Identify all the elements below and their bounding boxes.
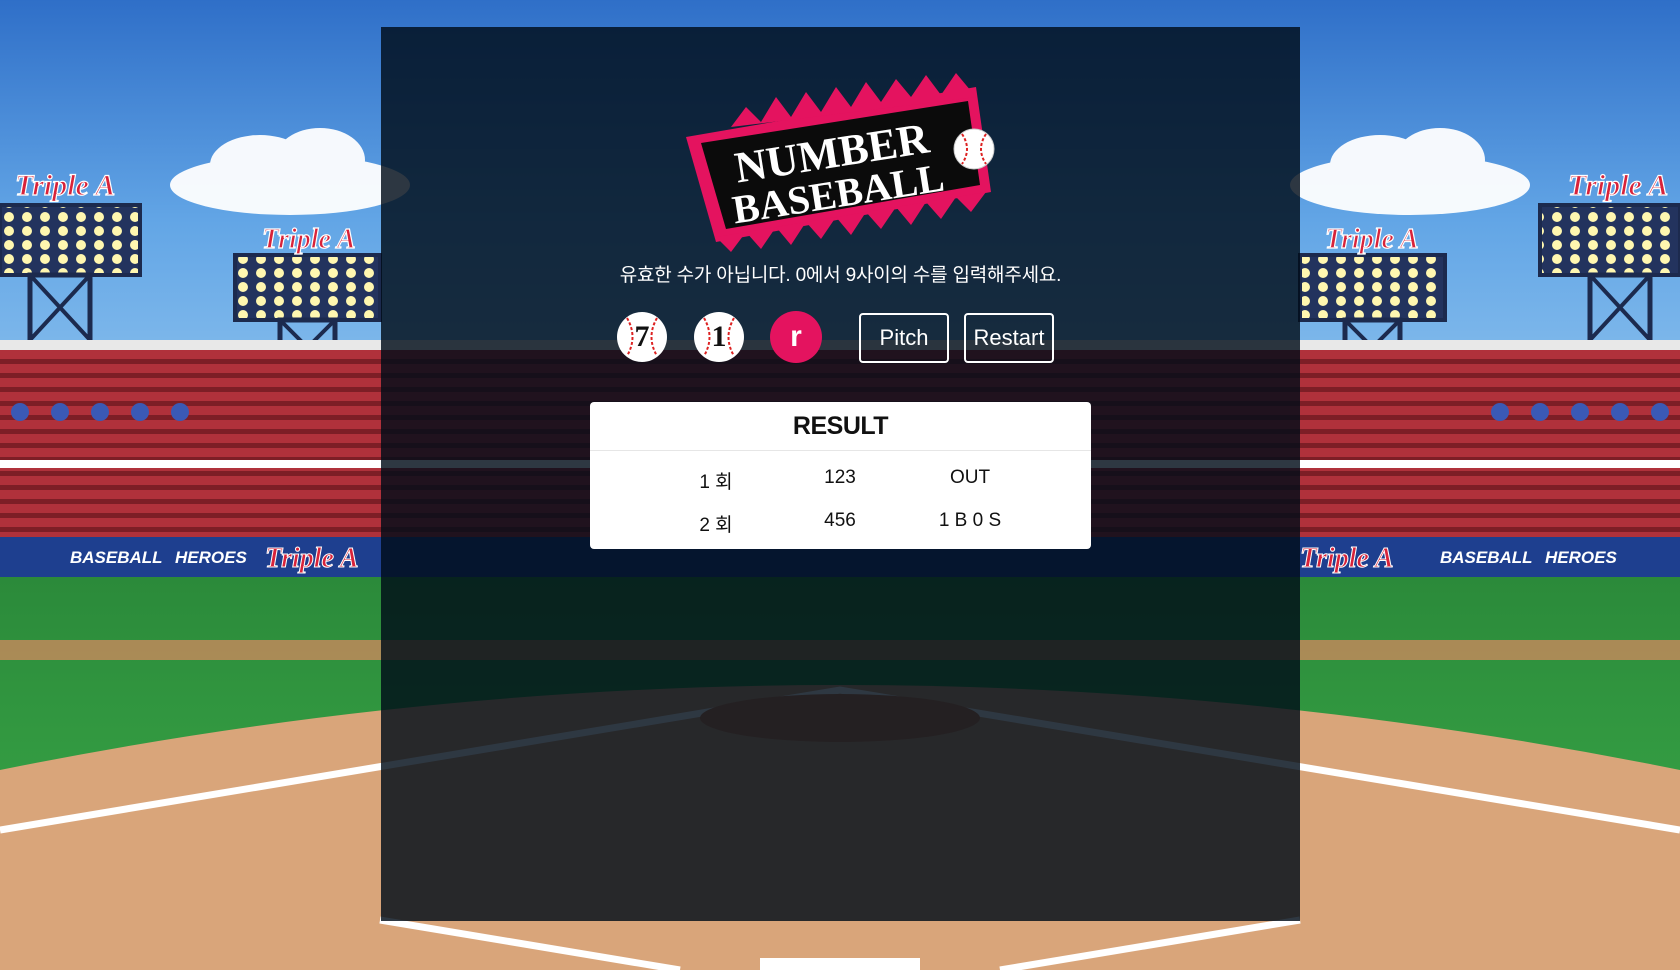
- pitch-controls: 7 1 r Pitch Restart: [616, 309, 1076, 364]
- outcome-cell: OUT: [949, 467, 991, 488]
- svg-text:HEROES: HEROES: [1545, 548, 1617, 567]
- inning-cell: 2 회: [699, 515, 733, 536]
- result-title: RESULT: [590, 402, 1091, 451]
- ball-input-3[interactable]: r: [770, 311, 822, 363]
- svg-text:Triple A: Triple A: [1568, 169, 1668, 202]
- svg-text:BASEBALL: BASEBALL: [1440, 548, 1533, 567]
- outcome-cell: 1 B 0 S: [938, 510, 1002, 531]
- ball-input-2[interactable]: 1: [693, 311, 745, 363]
- result-row: 2 회 456 1 B 0 S: [590, 510, 1091, 540]
- pitch-button[interactable]: Pitch: [859, 313, 949, 363]
- result-row: 1 회 123 OUT: [590, 467, 1091, 497]
- guess-cell: 456: [824, 510, 856, 531]
- baseball-icon: [953, 128, 995, 170]
- ball-digit: 7: [634, 320, 650, 353]
- svg-text:HEROES: HEROES: [175, 548, 247, 567]
- result-panel: RESULT 1 회 123 OUT 2 회 456 1 B 0 S: [590, 402, 1091, 549]
- team-sign-text: Triple A: [15, 169, 115, 202]
- svg-text:BASEBALL: BASEBALL: [70, 548, 163, 567]
- guess-cell: 123: [824, 467, 856, 488]
- svg-text:Triple A: Triple A: [1325, 224, 1419, 255]
- svg-text:Triple A: Triple A: [262, 224, 356, 255]
- svg-text:Triple A: Triple A: [265, 543, 359, 574]
- validation-message: 유효한 수가 아닙니다. 0에서 9사이의 수를 입력해주세요.: [619, 265, 1062, 286]
- inning-cell: 1 회: [699, 472, 733, 493]
- svg-text:Triple A: Triple A: [1300, 543, 1394, 574]
- ball-input-1[interactable]: 7: [616, 311, 668, 363]
- ball-digit: r: [790, 320, 802, 353]
- number-baseball-logo: NUMBER BASEBALL: [686, 73, 995, 252]
- ball-digit: 1: [711, 320, 727, 353]
- game-panel: NUMBER BASEBALL 유효한 수가 아닙니다. 0에서 9사이의 수를…: [381, 27, 1300, 921]
- restart-button[interactable]: Restart: [964, 313, 1054, 363]
